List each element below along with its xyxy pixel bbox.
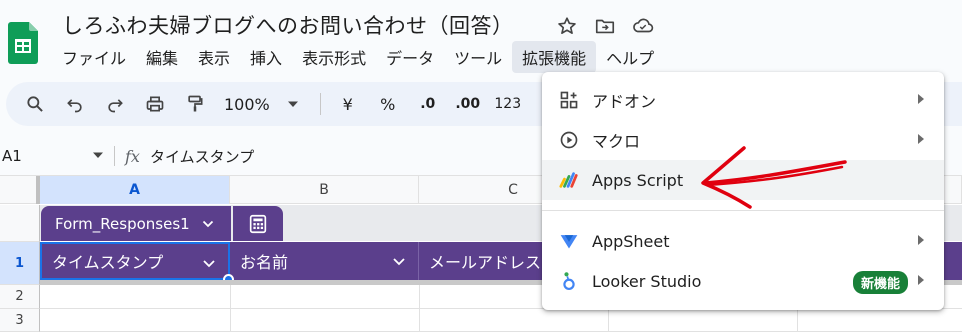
row-header-1[interactable]: 1 (0, 242, 40, 285)
zoom-dropdown-icon[interactable] (278, 89, 308, 119)
cell-reference: A1 (2, 147, 22, 165)
select-all-corner[interactable] (0, 176, 40, 204)
menu-item-add-ons[interactable]: アドオン (542, 80, 944, 120)
undo-icon[interactable] (60, 89, 90, 119)
redo-icon[interactable] (100, 89, 130, 119)
decrease-decimal-button[interactable]: .0 (413, 89, 443, 119)
star-icon[interactable] (555, 14, 579, 38)
table-header-cell-timestamp[interactable]: タイムスタンプ (40, 242, 230, 280)
apps-script-icon (558, 169, 580, 191)
search-menus-icon[interactable] (20, 89, 50, 119)
zoom-value[interactable]: 100% (224, 95, 270, 114)
menu-view[interactable]: 表示 (188, 41, 240, 73)
menu-insert[interactable]: 挿入 (240, 41, 292, 73)
row-header-2[interactable]: 2 (0, 285, 40, 309)
looker-studio-icon (558, 270, 580, 292)
table-name-chip[interactable]: Form_Responses1 (41, 206, 231, 241)
menu-format[interactable]: 表示形式 (292, 41, 376, 73)
paint-format-icon[interactable] (180, 89, 210, 119)
formula-input[interactable]: タイムスタンプ (150, 146, 254, 167)
print-icon[interactable] (140, 89, 170, 119)
table-row[interactable] (40, 309, 962, 332)
chevron-down-icon[interactable] (392, 253, 406, 272)
extensions-menu: アドオン マクロ Apps Script AppSheet Looker Stu… (542, 72, 944, 310)
increase-decimal-button[interactable]: .00 (453, 89, 483, 119)
move-to-folder-icon[interactable] (593, 14, 617, 38)
toolbar-divider (319, 93, 321, 115)
name-box[interactable]: A1 (0, 147, 104, 165)
formula-divider (114, 146, 115, 166)
menu-edit[interactable]: 編集 (136, 41, 188, 73)
header-label: メールアドレス (429, 253, 542, 272)
chevron-down-icon[interactable] (202, 255, 216, 274)
sheets-logo[interactable] (8, 22, 38, 64)
name-box-dropdown-icon[interactable] (92, 147, 104, 165)
chevron-down-icon (202, 215, 214, 233)
menu-item-appsheet[interactable]: AppSheet (542, 221, 944, 261)
row-header-blank (0, 205, 40, 242)
table-calculator-icon[interactable] (233, 206, 283, 241)
menu-file[interactable]: ファイル (52, 41, 136, 73)
menu-bar: ファイル 編集 表示 挿入 表示形式 データ ツール 拡張機能 ヘルプ (52, 41, 664, 73)
menu-item-label: Apps Script (592, 170, 684, 190)
number-format-button[interactable]: 123 (493, 89, 523, 119)
menu-divider (542, 210, 944, 211)
menu-item-apps-script[interactable]: Apps Script (542, 160, 944, 200)
menu-item-macros[interactable]: マクロ (542, 120, 944, 160)
menu-help[interactable]: ヘルプ (596, 41, 664, 73)
currency-format-button[interactable]: ¥ (333, 89, 363, 119)
percent-format-button[interactable]: % (373, 89, 403, 119)
menu-item-label: アドオン (592, 92, 657, 111)
header-label: タイムスタンプ (52, 253, 164, 272)
menu-tools[interactable]: ツール (444, 41, 512, 73)
document-title[interactable]: しろふわ夫婦ブログへのお問い合わせ（回答） (62, 10, 514, 40)
menu-item-label: マクロ (592, 132, 641, 151)
submenu-arrow-icon (918, 235, 924, 245)
grid-line (419, 285, 420, 332)
column-header-a[interactable]: A (40, 176, 230, 204)
menu-extensions[interactable]: 拡張機能 (512, 41, 597, 73)
new-feature-badge: 新機能 (852, 271, 908, 294)
appsheet-icon (558, 230, 580, 252)
submenu-arrow-icon (918, 94, 924, 104)
macro-play-icon (558, 129, 580, 151)
menu-item-label: Looker Studio (592, 271, 702, 291)
menu-item-label: AppSheet (592, 231, 670, 251)
add-on-icon (558, 89, 580, 111)
cloud-status-icon[interactable] (631, 14, 655, 38)
header-label: お名前 (240, 253, 289, 272)
submenu-arrow-icon (918, 134, 924, 144)
menu-data[interactable]: データ (376, 41, 444, 73)
column-header-b[interactable]: B (230, 176, 419, 204)
row-header-3[interactable]: 3 (0, 309, 40, 332)
table-name: Form_Responses1 (55, 214, 190, 233)
fx-icon: fx (125, 146, 140, 166)
grid-line (230, 285, 231, 332)
menu-item-looker-studio[interactable]: Looker Studio 新機能 (542, 261, 944, 301)
submenu-arrow-icon (918, 275, 924, 285)
table-header-cell-name[interactable]: お名前 (230, 242, 419, 280)
